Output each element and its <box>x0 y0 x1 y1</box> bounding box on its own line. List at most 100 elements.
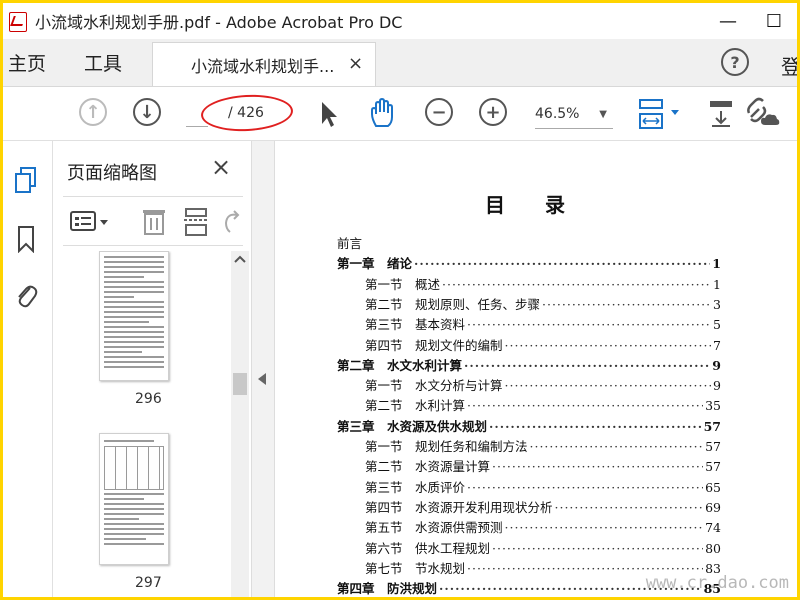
toc-entry[interactable]: 第二节 水资源量计算 57 <box>337 456 721 476</box>
toc-entry[interactable]: 第三节 基本资料 5 <box>337 314 721 334</box>
page-fit-icon[interactable] <box>637 98 683 130</box>
toc-entry[interactable]: 第三节 水质评价 65 <box>337 477 721 497</box>
toc-leader-dots <box>442 277 711 292</box>
tab-close-button[interactable]: × <box>348 53 363 74</box>
window-controls: — ☐ <box>705 3 797 39</box>
toc-entry[interactable]: 第一节 规划任务和编制方法 57 <box>337 436 721 456</box>
tab-document[interactable]: 小流域水利规划手... × <box>152 42 377 86</box>
toc-page-number: 57 <box>705 459 721 475</box>
toc-page-number: 9 <box>713 378 721 394</box>
insert-page-icon[interactable] <box>183 207 211 237</box>
select-arrow-icon[interactable] <box>317 100 341 128</box>
toc-page-number: 1 <box>713 276 721 292</box>
tab-tools[interactable]: 工具 <box>58 38 152 86</box>
zoom-level-select[interactable]: 46.5% ▼ <box>535 103 613 129</box>
toc-label: 第七节 节水规划 <box>365 560 466 576</box>
rotate-page-icon[interactable] <box>221 209 243 235</box>
tab-bar: 主页 工具 小流域水利规划手... × ? 登 <box>3 39 797 87</box>
toc-label: 第五节 水资源供需预测 <box>365 520 503 536</box>
scroll-mode-icon[interactable] <box>707 99 735 129</box>
thumbnail-panel: 页面缩略图 × 296 297 <box>53 141 251 597</box>
toc-entry[interactable]: 第一章 绪论 1 <box>337 253 721 273</box>
toc-entry[interactable]: 第六节 供水工程规划 80 <box>337 538 721 558</box>
previous-page-icon[interactable]: ↑ <box>79 98 107 126</box>
toc-leader-dots <box>492 541 703 556</box>
attachment-icon[interactable] <box>9 277 43 313</box>
toolbar: ↑ ↓ / 426 − + 46.5% ▼ <box>3 87 797 141</box>
page-thumbnail-297[interactable] <box>99 433 169 565</box>
bookmark-icon[interactable] <box>9 221 43 257</box>
toc-page-number: 9 <box>712 357 721 373</box>
title-bar: 小流域水利规划手册.pdf - Adobe Acrobat Pro DC — ☐ <box>3 3 797 39</box>
toc-label: 第二章 水文水利计算 <box>337 357 463 373</box>
document-heading: 目 录 <box>485 193 565 217</box>
toc-label: 第三节 基本资料 <box>365 317 466 333</box>
toc-entry[interactable]: 第二章 水文水利计算 9 <box>337 355 721 375</box>
toc-entry[interactable]: 第四节 规划文件的编制 7 <box>337 335 721 355</box>
toc-entry[interactable]: 第四节 水资源开发利用现状分析 69 <box>337 497 721 517</box>
toc-label: 第六节 供水工程规划 <box>365 540 491 556</box>
scrollbar-thumb[interactable] <box>233 373 247 395</box>
chevron-down-icon: ▼ <box>599 109 607 120</box>
toc-entry[interactable]: 第三章 水资源及供水规划 57 <box>337 416 721 436</box>
toc-leader-dots <box>505 338 712 353</box>
toc-leader-dots <box>492 459 703 474</box>
toc-entry[interactable]: 第五节 水资源供需预测 74 <box>337 517 721 537</box>
help-icon[interactable]: ? <box>721 48 749 76</box>
delete-page-icon[interactable] <box>141 207 167 237</box>
toc-leader-dots <box>555 500 704 515</box>
hand-tool-icon[interactable] <box>367 97 399 129</box>
login-link[interactable]: 登 <box>781 51 797 80</box>
toc-entry[interactable]: 第一节 水文分析与计算 9 <box>337 375 721 395</box>
thumbnail-scrollbar[interactable] <box>231 251 249 597</box>
maximize-button[interactable]: ☐ <box>751 3 797 39</box>
toc-page-number: 69 <box>705 499 721 515</box>
toc-leader-dots <box>467 398 703 413</box>
toc-leader-dots <box>505 378 712 393</box>
toc-page-number: 57 <box>703 418 721 434</box>
toc-leader-dots <box>467 480 703 495</box>
toc-label: 第二节 水资源量计算 <box>365 459 491 475</box>
toc-label: 第三章 水资源及供水规划 <box>337 418 488 434</box>
toc-leader-dots <box>530 439 704 454</box>
panel-close-button[interactable]: × <box>211 153 231 181</box>
toc-label: 第一节 规划任务和编制方法 <box>365 439 528 454</box>
toc-leader-dots <box>505 520 704 535</box>
toc-page-number: 74 <box>705 520 721 536</box>
panel-toolbar <box>63 196 243 246</box>
thumbnail-options-icon[interactable] <box>69 209 113 235</box>
link-cloud-icon[interactable] <box>745 97 781 129</box>
toc-page-number: 3 <box>713 296 721 312</box>
tab-home[interactable]: 主页 <box>3 38 58 86</box>
toc-label: 第三节 水质评价 <box>365 479 466 495</box>
toc-leader-dots <box>542 297 711 312</box>
thumbnail-page-number: 297 <box>135 575 162 591</box>
toc-entry[interactable]: 第二节 水利计算 35 <box>337 395 721 415</box>
toc-label: 第二节 水利计算 <box>365 398 466 414</box>
toc-entry[interactable]: 第一节 概述 1 <box>337 274 721 294</box>
toc-page-number: 57 <box>705 439 721 454</box>
toc-label: 第一节 概述 <box>365 276 441 292</box>
watermark: www.cr.dao.com <box>645 573 789 593</box>
toc-label: 第四节 规划文件的编制 <box>365 337 503 353</box>
toc-label: 第一章 绪论 <box>337 256 413 272</box>
red-annotation-circle <box>200 92 294 134</box>
acrobat-app-icon <box>7 10 29 32</box>
thumbnail-list: 296 297 <box>53 251 233 597</box>
toc-page-number: 1 <box>712 256 721 272</box>
toc-leader-dots <box>489 419 702 434</box>
page-thumbnails-icon[interactable] <box>9 163 43 199</box>
scroll-up-icon[interactable] <box>234 255 246 263</box>
minimize-button[interactable]: — <box>705 3 751 39</box>
toc-label: 第四节 水资源开发利用现状分析 <box>365 499 553 515</box>
page-thumbnail-296[interactable] <box>99 251 169 381</box>
panel-divider[interactable] <box>251 141 275 597</box>
toc-page-number: 80 <box>705 540 721 556</box>
collapse-panel-icon[interactable] <box>258 373 266 385</box>
toc-entry[interactable]: 前言 <box>337 233 721 253</box>
toc-entry[interactable]: 第二节 规划原则、任务、步骤 3 <box>337 294 721 314</box>
next-page-icon[interactable]: ↓ <box>133 98 161 126</box>
toc-page-number: 5 <box>713 317 721 333</box>
zoom-out-icon[interactable]: − <box>425 98 453 126</box>
zoom-in-icon[interactable]: + <box>479 98 507 126</box>
